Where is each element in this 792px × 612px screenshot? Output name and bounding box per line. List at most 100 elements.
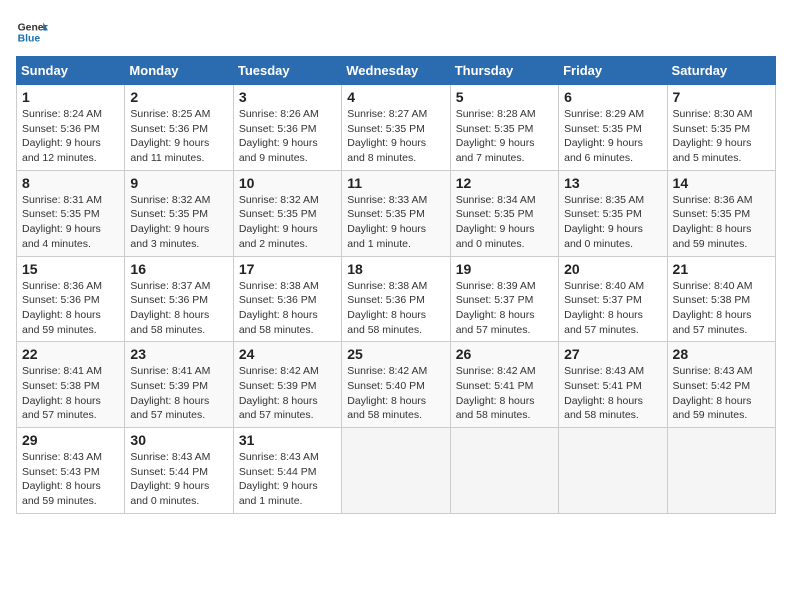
calendar-cell: 4 Sunrise: 8:27 AMSunset: 5:35 PMDayligh… — [342, 85, 450, 171]
calendar-cell: 11 Sunrise: 8:33 AMSunset: 5:35 PMDaylig… — [342, 170, 450, 256]
sunrise-text: Sunrise: 8:31 AMSunset: 5:35 PMDaylight:… — [22, 194, 102, 250]
calendar-week-row: 29 Sunrise: 8:43 AMSunset: 5:43 PMDaylig… — [17, 428, 776, 514]
sunrise-text: Sunrise: 8:38 AMSunset: 5:36 PMDaylight:… — [347, 280, 427, 336]
day-number: 30 — [130, 432, 227, 448]
calendar-cell: 8 Sunrise: 8:31 AMSunset: 5:35 PMDayligh… — [17, 170, 125, 256]
day-number: 5 — [456, 89, 553, 105]
day-number: 14 — [673, 175, 770, 191]
sunrise-text: Sunrise: 8:28 AMSunset: 5:35 PMDaylight:… — [456, 108, 536, 164]
calendar-cell: 22 Sunrise: 8:41 AMSunset: 5:38 PMDaylig… — [17, 342, 125, 428]
calendar-cell: 19 Sunrise: 8:39 AMSunset: 5:37 PMDaylig… — [450, 256, 558, 342]
calendar-cell: 15 Sunrise: 8:36 AMSunset: 5:36 PMDaylig… — [17, 256, 125, 342]
sunrise-text: Sunrise: 8:33 AMSunset: 5:35 PMDaylight:… — [347, 194, 427, 250]
calendar-cell: 20 Sunrise: 8:40 AMSunset: 5:37 PMDaylig… — [559, 256, 667, 342]
calendar-week-row: 15 Sunrise: 8:36 AMSunset: 5:36 PMDaylig… — [17, 256, 776, 342]
day-number: 29 — [22, 432, 119, 448]
dow-header: Thursday — [450, 57, 558, 85]
sunrise-text: Sunrise: 8:37 AMSunset: 5:36 PMDaylight:… — [130, 280, 210, 336]
sunrise-text: Sunrise: 8:43 AMSunset: 5:43 PMDaylight:… — [22, 451, 102, 507]
logo-icon: General Blue — [16, 16, 48, 48]
dow-header: Saturday — [667, 57, 775, 85]
day-number: 23 — [130, 346, 227, 362]
sunrise-text: Sunrise: 8:42 AMSunset: 5:40 PMDaylight:… — [347, 365, 427, 421]
day-number: 15 — [22, 261, 119, 277]
day-number: 26 — [456, 346, 553, 362]
sunrise-text: Sunrise: 8:43 AMSunset: 5:44 PMDaylight:… — [239, 451, 319, 507]
sunrise-text: Sunrise: 8:40 AMSunset: 5:37 PMDaylight:… — [564, 280, 644, 336]
sunrise-text: Sunrise: 8:29 AMSunset: 5:35 PMDaylight:… — [564, 108, 644, 164]
dow-header: Friday — [559, 57, 667, 85]
calendar-cell: 14 Sunrise: 8:36 AMSunset: 5:35 PMDaylig… — [667, 170, 775, 256]
sunrise-text: Sunrise: 8:41 AMSunset: 5:38 PMDaylight:… — [22, 365, 102, 421]
calendar-week-row: 1 Sunrise: 8:24 AMSunset: 5:36 PMDayligh… — [17, 85, 776, 171]
day-number: 22 — [22, 346, 119, 362]
day-number: 18 — [347, 261, 444, 277]
day-number: 1 — [22, 89, 119, 105]
day-number: 11 — [347, 175, 444, 191]
calendar-cell: 21 Sunrise: 8:40 AMSunset: 5:38 PMDaylig… — [667, 256, 775, 342]
calendar-week-row: 22 Sunrise: 8:41 AMSunset: 5:38 PMDaylig… — [17, 342, 776, 428]
calendar-cell: 31 Sunrise: 8:43 AMSunset: 5:44 PMDaylig… — [233, 428, 341, 514]
sunrise-text: Sunrise: 8:27 AMSunset: 5:35 PMDaylight:… — [347, 108, 427, 164]
day-number: 3 — [239, 89, 336, 105]
calendar-cell: 1 Sunrise: 8:24 AMSunset: 5:36 PMDayligh… — [17, 85, 125, 171]
day-number: 24 — [239, 346, 336, 362]
calendar-cell: 25 Sunrise: 8:42 AMSunset: 5:40 PMDaylig… — [342, 342, 450, 428]
sunrise-text: Sunrise: 8:30 AMSunset: 5:35 PMDaylight:… — [673, 108, 753, 164]
calendar-cell — [342, 428, 450, 514]
day-number: 21 — [673, 261, 770, 277]
svg-text:Blue: Blue — [18, 34, 41, 45]
calendar-body: 1 Sunrise: 8:24 AMSunset: 5:36 PMDayligh… — [17, 85, 776, 514]
sunrise-text: Sunrise: 8:39 AMSunset: 5:37 PMDaylight:… — [456, 280, 536, 336]
sunrise-text: Sunrise: 8:41 AMSunset: 5:39 PMDaylight:… — [130, 365, 210, 421]
sunrise-text: Sunrise: 8:43 AMSunset: 5:41 PMDaylight:… — [564, 365, 644, 421]
dow-header: Sunday — [17, 57, 125, 85]
calendar-cell: 6 Sunrise: 8:29 AMSunset: 5:35 PMDayligh… — [559, 85, 667, 171]
day-number: 4 — [347, 89, 444, 105]
sunrise-text: Sunrise: 8:24 AMSunset: 5:36 PMDaylight:… — [22, 108, 102, 164]
calendar-week-row: 8 Sunrise: 8:31 AMSunset: 5:35 PMDayligh… — [17, 170, 776, 256]
sunrise-text: Sunrise: 8:43 AMSunset: 5:42 PMDaylight:… — [673, 365, 753, 421]
day-number: 6 — [564, 89, 661, 105]
sunrise-text: Sunrise: 8:25 AMSunset: 5:36 PMDaylight:… — [130, 108, 210, 164]
calendar-cell: 27 Sunrise: 8:43 AMSunset: 5:41 PMDaylig… — [559, 342, 667, 428]
calendar-cell: 23 Sunrise: 8:41 AMSunset: 5:39 PMDaylig… — [125, 342, 233, 428]
day-number: 10 — [239, 175, 336, 191]
sunrise-text: Sunrise: 8:26 AMSunset: 5:36 PMDaylight:… — [239, 108, 319, 164]
sunrise-text: Sunrise: 8:32 AMSunset: 5:35 PMDaylight:… — [130, 194, 210, 250]
day-number: 13 — [564, 175, 661, 191]
calendar-cell — [559, 428, 667, 514]
sunrise-text: Sunrise: 8:43 AMSunset: 5:44 PMDaylight:… — [130, 451, 210, 507]
calendar-table: SundayMondayTuesdayWednesdayThursdayFrid… — [16, 56, 776, 514]
logo: General Blue — [16, 16, 48, 48]
calendar-cell: 16 Sunrise: 8:37 AMSunset: 5:36 PMDaylig… — [125, 256, 233, 342]
calendar-cell — [667, 428, 775, 514]
dow-header: Tuesday — [233, 57, 341, 85]
sunrise-text: Sunrise: 8:42 AMSunset: 5:39 PMDaylight:… — [239, 365, 319, 421]
dow-header: Wednesday — [342, 57, 450, 85]
calendar-cell: 17 Sunrise: 8:38 AMSunset: 5:36 PMDaylig… — [233, 256, 341, 342]
calendar-cell: 9 Sunrise: 8:32 AMSunset: 5:35 PMDayligh… — [125, 170, 233, 256]
sunrise-text: Sunrise: 8:34 AMSunset: 5:35 PMDaylight:… — [456, 194, 536, 250]
calendar-cell: 29 Sunrise: 8:43 AMSunset: 5:43 PMDaylig… — [17, 428, 125, 514]
days-of-week-row: SundayMondayTuesdayWednesdayThursdayFrid… — [17, 57, 776, 85]
day-number: 17 — [239, 261, 336, 277]
calendar-cell: 18 Sunrise: 8:38 AMSunset: 5:36 PMDaylig… — [342, 256, 450, 342]
sunrise-text: Sunrise: 8:42 AMSunset: 5:41 PMDaylight:… — [456, 365, 536, 421]
day-number: 2 — [130, 89, 227, 105]
calendar-cell: 26 Sunrise: 8:42 AMSunset: 5:41 PMDaylig… — [450, 342, 558, 428]
day-number: 7 — [673, 89, 770, 105]
calendar-cell: 12 Sunrise: 8:34 AMSunset: 5:35 PMDaylig… — [450, 170, 558, 256]
sunrise-text: Sunrise: 8:36 AMSunset: 5:36 PMDaylight:… — [22, 280, 102, 336]
calendar-cell — [450, 428, 558, 514]
day-number: 31 — [239, 432, 336, 448]
sunrise-text: Sunrise: 8:36 AMSunset: 5:35 PMDaylight:… — [673, 194, 753, 250]
calendar-cell: 28 Sunrise: 8:43 AMSunset: 5:42 PMDaylig… — [667, 342, 775, 428]
calendar-cell: 5 Sunrise: 8:28 AMSunset: 5:35 PMDayligh… — [450, 85, 558, 171]
header: General Blue — [16, 16, 776, 48]
day-number: 19 — [456, 261, 553, 277]
day-number: 25 — [347, 346, 444, 362]
day-number: 28 — [673, 346, 770, 362]
sunrise-text: Sunrise: 8:40 AMSunset: 5:38 PMDaylight:… — [673, 280, 753, 336]
sunrise-text: Sunrise: 8:35 AMSunset: 5:35 PMDaylight:… — [564, 194, 644, 250]
